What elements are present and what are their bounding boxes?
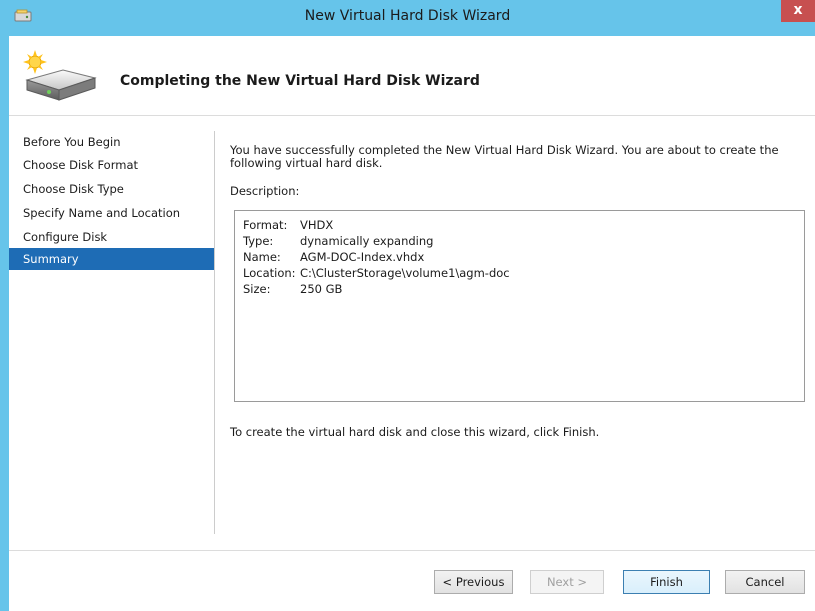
description-row-name: Name: AGM-DOC-Index.vhdx [243,249,510,265]
description-value: AGM-DOC-Index.vhdx [300,250,425,264]
description-row-format: Format: VHDX [243,217,510,233]
description-key: Name: [243,250,281,264]
description-row-type: Type: dynamically expanding [243,233,510,249]
title-bar[interactable]: New Virtual Hard Disk Wizard x [0,0,815,36]
description-row-location: Location: C:\ClusterStorage\volume1\agm-… [243,265,510,281]
hard-disk-wizard-icon [19,48,99,106]
window-title: New Virtual Hard Disk Wizard [304,8,511,24]
close-button[interactable]: x [781,0,815,22]
cancel-button[interactable]: Cancel [725,570,805,594]
nav-item-before-you-begin[interactable]: Before You Begin [9,131,214,153]
description-value: VHDX [300,218,334,232]
description-key: Location: [243,266,296,280]
finish-button[interactable]: Finish [623,570,710,594]
summary-intro-text: You have successfully completed the New … [230,143,779,170]
nav-divider [214,131,215,534]
description-table: Format: VHDX Type: dynamically expanding… [243,217,510,297]
wizard-header: Completing the New Virtual Hard Disk Wiz… [9,36,815,116]
summary-content: You have successfully completed the New … [230,117,810,550]
page-heading: Completing the New Virtual Hard Disk Wiz… [120,73,480,89]
nav-item-choose-disk-type[interactable]: Choose Disk Type [9,178,214,200]
wizard-client-area: Completing the New Virtual Hard Disk Wiz… [9,36,815,611]
description-key: Type: [243,234,274,248]
nav-item-configure-disk[interactable]: Configure Disk [9,226,214,248]
nav-item-specify-name-and-location[interactable]: Specify Name and Location [9,202,214,224]
description-label: Description: [230,184,300,198]
next-button[interactable]: Next > [530,570,604,594]
wizard-window: New Virtual Hard Disk Wizard x Completin… [0,0,815,611]
nav-item-choose-disk-format[interactable]: Choose Disk Format [9,154,214,176]
previous-button[interactable]: < Previous [434,570,513,594]
description-row-size: Size: 250 GB [243,281,510,297]
description-value: dynamically expanding [300,234,434,248]
finish-instruction-text: To create the virtual hard disk and clos… [230,425,600,439]
description-box[interactable]: Format: VHDX Type: dynamically expanding… [234,210,805,402]
description-key: Size: [243,282,271,296]
wizard-footer: < Previous Next > Finish Cancel [9,550,815,611]
description-value: C:\ClusterStorage\volume1\agm-doc [300,266,510,280]
description-key: Format: [243,218,288,232]
wizard-steps-nav: Before You Begin Choose Disk Format Choo… [9,117,214,550]
description-value: 250 GB [300,282,343,296]
nav-item-summary[interactable]: Summary [9,248,214,270]
